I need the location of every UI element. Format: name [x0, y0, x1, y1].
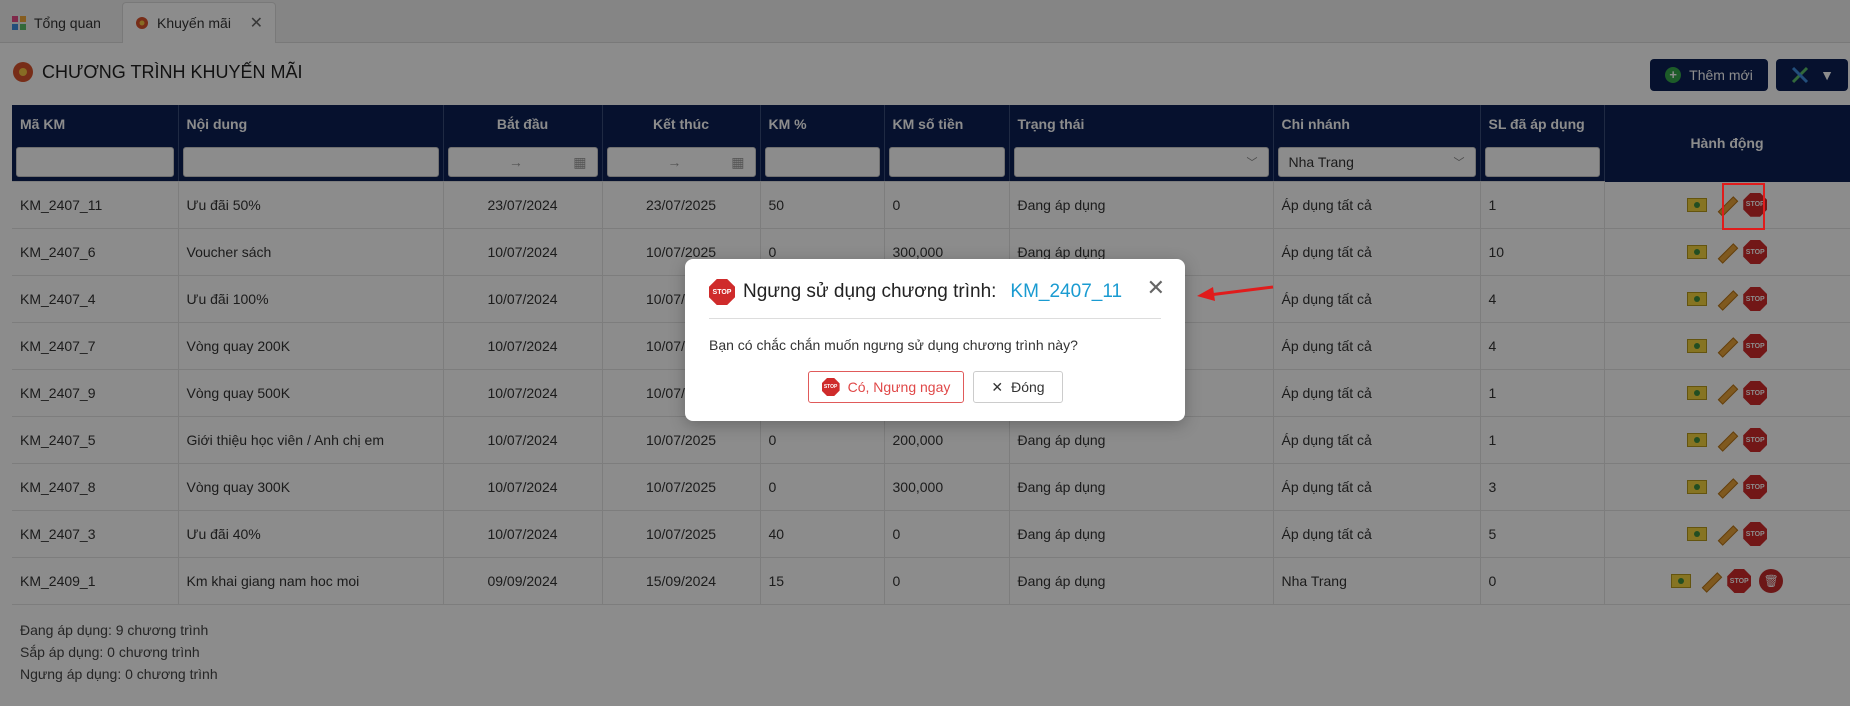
dialog-title: STOP Ngưng sử dụng chương trình: KM_2407…: [709, 279, 1122, 305]
confirm-stop-label: Có, Ngưng ngay: [847, 379, 951, 395]
stop-icon: STOP: [709, 279, 735, 305]
dialog-message: Bạn có chắc chắn muốn ngưng sử dụng chươ…: [709, 337, 1078, 353]
divider: [709, 318, 1161, 319]
dialog-program-code: KM_2407_11: [1010, 281, 1123, 302]
stop-icon: STOP: [821, 378, 840, 396]
confirm-dialog: STOP Ngưng sử dụng chương trình: KM_2407…: [685, 259, 1185, 421]
annotation-highlight-box: [1722, 183, 1765, 230]
dialog-close-button[interactable]: ✕ Đóng: [973, 371, 1063, 403]
dialog-title-text: Ngưng sử dụng chương trình:: [743, 281, 997, 302]
annotation-arrow: [1197, 285, 1274, 301]
confirm-stop-button[interactable]: STOP Có, Ngưng ngay: [808, 371, 964, 403]
close-icon[interactable]: ✕: [1147, 275, 1165, 301]
dialog-close-label: Đóng: [1011, 379, 1045, 395]
close-icon: ✕: [991, 378, 1004, 395]
